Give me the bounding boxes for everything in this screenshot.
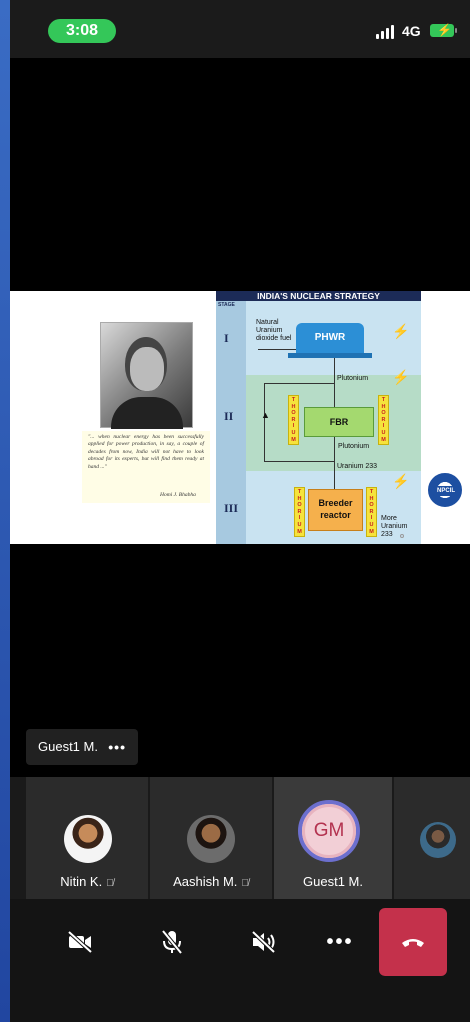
side-edge — [0, 0, 10, 1022]
meeting-screen: 3:08 4G ⚡ "... when nuclear energy has b… — [10, 0, 470, 1022]
time-pill[interactable]: 3:08 — [48, 19, 116, 43]
active-speaker-name: Guest1 M. — [38, 739, 98, 754]
shared-screen[interactable]: "... when nuclear energy has been succes… — [10, 291, 470, 544]
avatar-initials: GM — [298, 800, 360, 862]
participant-name: Nitin K. — [60, 874, 103, 889]
network-label: 4G — [402, 23, 421, 39]
fbr-box: FBR — [304, 407, 374, 437]
strategy-title: INDIA'S NUCLEAR STRATEGY — [216, 291, 421, 301]
slide-dot — [400, 534, 404, 538]
more-icon[interactable]: ••• — [108, 729, 126, 765]
quote-author: Homi J. Bhabha — [160, 492, 196, 498]
hangup-button[interactable] — [379, 908, 447, 976]
phwr-box: PHWR — [296, 323, 364, 353]
avatar — [64, 815, 112, 863]
energy-icon: ⚡ — [392, 323, 410, 339]
plutonium-label-2: Plutonium — [338, 443, 370, 450]
hangup-icon — [402, 939, 424, 947]
call-controls: ••• — [10, 899, 470, 1022]
slide-left-panel: "... when nuclear energy has been succes… — [10, 291, 216, 544]
battery-charging-icon: ⚡ — [430, 23, 457, 37]
participant-name: Aashish M. — [173, 874, 238, 889]
participant-tile-aashish[interactable]: Aashish M. 🎙̸ — [150, 777, 272, 899]
participant-name: Guest1 M. — [303, 874, 363, 889]
stage-2-label: II — [224, 409, 234, 423]
energy-icon: ⚡ — [392, 369, 410, 385]
more-options-button[interactable]: ••• — [306, 908, 374, 976]
stage-header: STAGE — [218, 302, 235, 308]
participant-tile-nitin[interactable]: Nitin K. 🎙̸ — [26, 777, 148, 899]
more-icon: ••• — [326, 930, 354, 953]
natural-uranium-label: Natural Uranium dioxide fuel — [256, 319, 292, 342]
avatar — [187, 815, 235, 863]
uranium-233-label: Uranium 233 — [337, 463, 378, 470]
active-speaker-tag[interactable]: Guest1 M. ••• — [26, 729, 138, 765]
camera-toggle-button[interactable] — [46, 908, 114, 976]
strategy-diagram: INDIA'S NUCLEAR STRATEGY STAGE I II III … — [216, 291, 421, 544]
mic-off-icon: 🎙̸ — [106, 878, 114, 889]
mic-off-icon — [161, 929, 183, 955]
npcil-logo: NPCIL — [428, 473, 462, 507]
thorium-tag-left-3: THORIUM — [294, 487, 305, 537]
speaker-toggle-button[interactable] — [230, 908, 298, 976]
participant-tile-other[interactable] — [394, 777, 470, 899]
phwr-base — [288, 353, 372, 358]
status-bar: 3:08 4G ⚡ — [10, 0, 470, 58]
mic-toggle-button[interactable] — [138, 908, 206, 976]
mic-off-icon: 🎙̸ — [241, 878, 249, 889]
energy-icon: ⚡ — [392, 473, 410, 489]
loop-arrow-icon: ▲ — [261, 410, 270, 420]
thorium-tag-right-3: THORIUM — [366, 487, 377, 537]
npcil-logo-text: NPCIL — [433, 486, 459, 496]
stage-3-label: III — [224, 501, 239, 515]
speaker-off-icon — [251, 930, 276, 954]
camera-off-icon — [67, 931, 93, 953]
plutonium-label-1: Plutonium — [337, 375, 369, 382]
participant-strip: Nitin K. 🎙̸ Aashish M. 🎙̸ Guest1 M. GM — [10, 777, 470, 899]
portrait-image — [100, 322, 193, 429]
signal-icon — [376, 25, 394, 39]
thorium-tag-right: THORIUM — [378, 395, 389, 445]
avatar — [420, 822, 456, 858]
breeder-reactor-box: Breeder reactor — [308, 489, 363, 531]
thorium-tag-left: THORIUM — [288, 395, 299, 445]
stage-1-label: I — [224, 331, 229, 345]
